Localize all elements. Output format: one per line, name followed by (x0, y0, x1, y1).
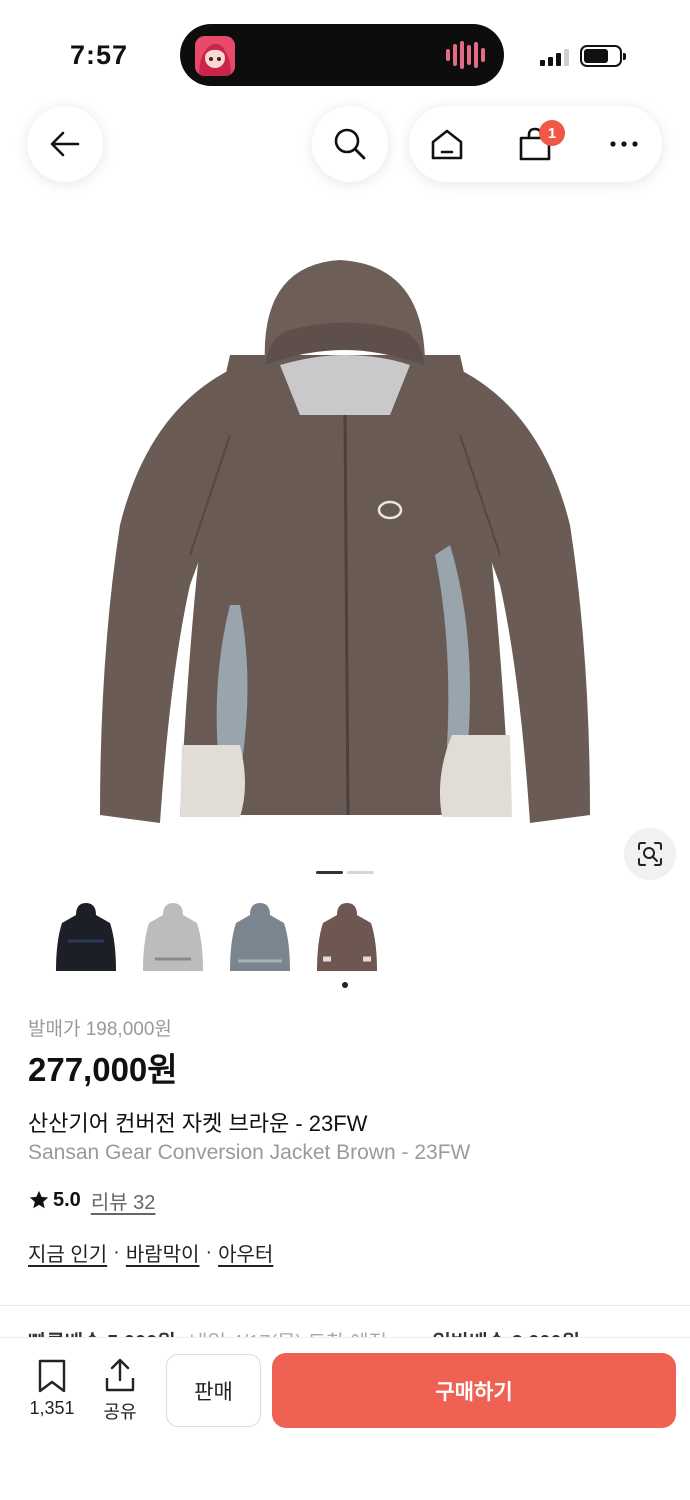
visual-search-button[interactable] (624, 828, 676, 880)
bookmark-button[interactable]: 1,351 (20, 1358, 84, 1419)
search-button[interactable] (312, 106, 388, 182)
release-price: 발매가 198,000원 (28, 1019, 172, 1040)
star-icon (29, 1190, 49, 1209)
page-indicator-active (316, 871, 343, 874)
dynamic-island (180, 24, 504, 86)
tag-outerwear[interactable]: 아우터 (218, 1238, 273, 1267)
status-time: 7:57 (70, 40, 129, 70)
tag-separator: · (113, 1241, 120, 1263)
product-title-korean: 산산기어 컨버전 자켓 브라운 - 23FW (28, 1111, 368, 1136)
color-variant-list (50, 898, 383, 976)
image-pagination (316, 871, 374, 874)
now-playing-app-icon (195, 36, 235, 76)
search-icon (334, 128, 366, 160)
current-price: 277,000원 (28, 1051, 178, 1088)
more-dots-icon (610, 141, 638, 147)
variant-thumb-brown[interactable] (311, 898, 383, 976)
jacket-thumb-image (143, 903, 203, 971)
variant-thumb-light-gray[interactable] (137, 898, 209, 976)
battery-icon (580, 45, 626, 67)
section-divider (0, 1305, 690, 1306)
jacket-thumb-image (230, 903, 290, 971)
jacket-thumb-image (56, 903, 116, 971)
cellular-signal-icon (540, 48, 572, 66)
share-label: 공유 (103, 1402, 137, 1422)
category-tags: 지금 인기 · 바람막이 · 아우터 (28, 1238, 273, 1267)
share-icon (105, 1358, 135, 1392)
buy-button[interactable]: 구매하기 (272, 1353, 676, 1428)
share-button[interactable]: 공유 (88, 1358, 152, 1424)
audio-wave-icon (446, 40, 486, 70)
jacket-illustration (100, 260, 590, 823)
tag-trending[interactable]: 지금 인기 (28, 1238, 107, 1267)
reviews-link[interactable]: 리뷰 32 (91, 1186, 156, 1215)
jacket-thumb-image (317, 903, 377, 971)
sell-button[interactable]: 판매 (166, 1354, 261, 1427)
arrow-left-icon (50, 131, 80, 157)
page-indicator (347, 871, 374, 874)
variant-thumb-blue-gray[interactable] (224, 898, 296, 976)
home-icon (431, 129, 463, 160)
status-bar: 7:57 (0, 0, 690, 100)
more-options-button[interactable] (586, 106, 662, 182)
variant-thumb-black[interactable] (50, 898, 122, 976)
home-button[interactable] (409, 106, 485, 182)
bookmark-count: 1,351 (29, 1398, 75, 1418)
selected-variant-indicator (342, 982, 348, 988)
cart-count-badge: 1 (539, 120, 565, 146)
product-title-english: Sansan Gear Conversion Jacket Brown - 23… (28, 1141, 471, 1164)
rating-row: 5.0 리뷰 32 (28, 1186, 155, 1214)
product-main-image[interactable] (90, 255, 600, 830)
back-button[interactable] (27, 106, 103, 182)
nav-action-group: 1 (409, 106, 662, 182)
cart-button[interactable]: 1 (497, 106, 573, 182)
rating-score: 5.0 (53, 1188, 81, 1211)
bookmark-icon (38, 1359, 66, 1393)
tag-separator: · (205, 1241, 213, 1263)
camera-scan-icon (638, 842, 662, 866)
tag-windbreaker[interactable]: 바람막이 (126, 1238, 200, 1267)
